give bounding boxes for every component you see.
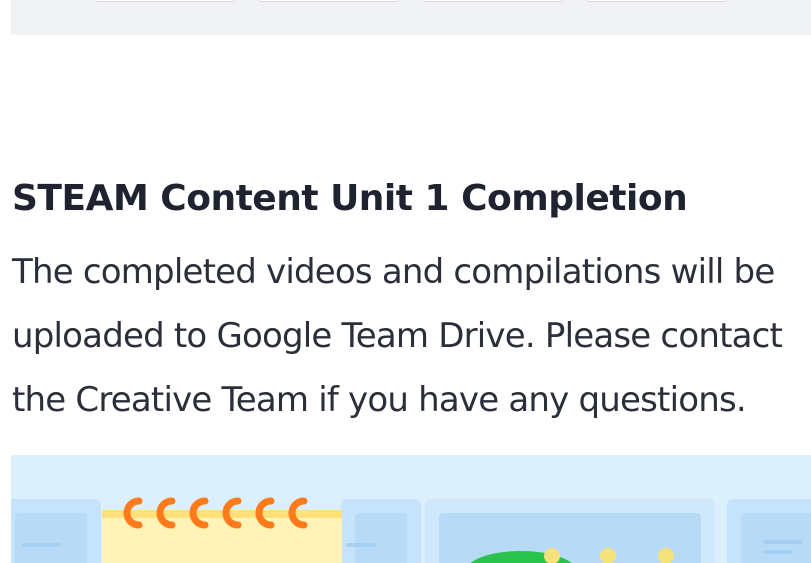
decor-bar [21, 543, 61, 547]
illustration-panel [11, 499, 101, 563]
top-button-3[interactable] [423, 0, 563, 2]
illustration-panel-inner [355, 513, 407, 563]
body-line-2: uploaded to Google Team Drive. Please co… [12, 316, 783, 356]
illustration-panel-inner [15, 513, 87, 563]
yellow-dot-icon [600, 548, 616, 563]
spiral-rings-icon [123, 497, 308, 529]
body-line-1: The completed videos and compilations wi… [12, 252, 775, 292]
section-body: The completed videos and compilations wi… [12, 240, 811, 432]
top-toolbar-band [11, 0, 811, 35]
top-button-4[interactable] [587, 0, 727, 2]
section-title: STEAM Content Unit 1 Completion [12, 178, 688, 219]
illustration-banner [11, 455, 811, 563]
body-line-3: the Creative Team if you have any questi… [12, 380, 747, 420]
page: STEAM Content Unit 1 Completion The comp… [0, 0, 811, 563]
yellow-dot-icon [658, 548, 674, 563]
decor-bar [763, 550, 793, 554]
yellow-dot-icon [544, 548, 560, 563]
decor-bar [763, 540, 803, 544]
decor-bar [346, 543, 376, 547]
illustration-panel-inner [741, 513, 811, 563]
top-button-1[interactable] [95, 0, 235, 2]
illustration-panel [341, 499, 421, 563]
top-button-2[interactable] [259, 0, 399, 2]
